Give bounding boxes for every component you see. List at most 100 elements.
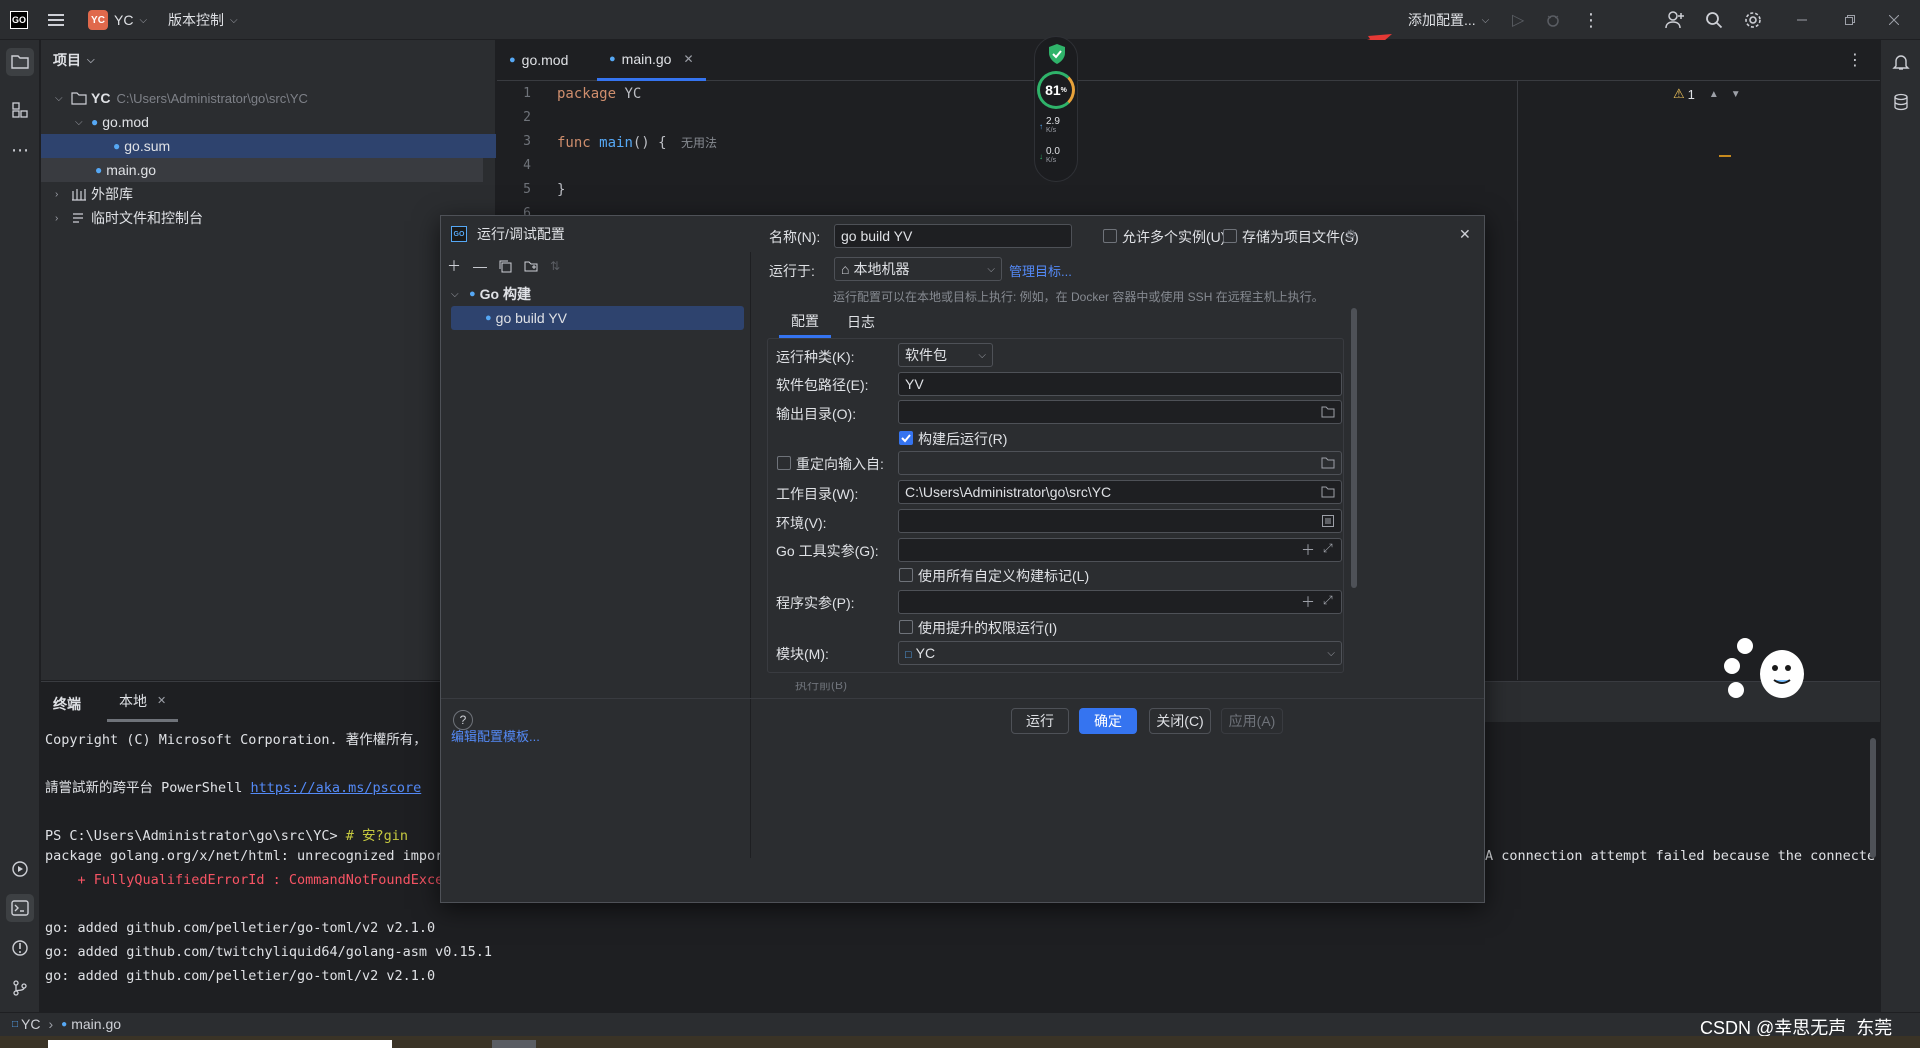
close-button[interactable]: 关闭(C) [1149,708,1211,734]
structure-tool-button[interactable] [6,96,34,124]
git-tool-button[interactable] [6,974,34,1002]
line-number: 5 [523,182,531,197]
apply-button[interactable]: 应用(A) [1221,708,1283,734]
terminal-scrollbar[interactable] [1870,738,1876,858]
terminal-link[interactable]: https://aka.ms/pscore [251,780,422,796]
run-on-select[interactable]: ⌂ 本地机器 ⌵ [834,257,1002,281]
restore-button[interactable] [1830,0,1870,40]
folder-icon[interactable] [1321,486,1335,498]
expand-icon[interactable]: ⤢ [1323,593,1333,608]
gear-icon[interactable]: ⚙ [1345,227,1357,243]
allow-multiple-checkbox[interactable] [1103,229,1117,243]
store-as-file-checkbox[interactable] [1223,229,1237,243]
database-button[interactable] [1887,88,1915,116]
name-field[interactable]: go build YV [834,224,1072,248]
new-folder-icon[interactable] [524,260,538,272]
chevron-up-icon[interactable]: ▲ [1709,89,1719,100]
taskbar-item[interactable] [48,1040,392,1048]
tab-go-mod[interactable]: ● go.mod [509,40,568,80]
program-args-field[interactable] [898,590,1342,614]
project-tool-button[interactable] [6,48,34,76]
config-group-go-build[interactable]: ⌵ ● Go 构建 [451,282,741,306]
run-icon[interactable]: ▷ [1512,0,1524,40]
tab-options-icon[interactable]: ⋮ [1847,50,1863,70]
dialog-scrollbar[interactable] [1351,308,1357,588]
go-file-icon: ● [61,1018,68,1030]
tree-node-scratches[interactable]: › 临时文件和控制台 [41,206,496,230]
remove-icon[interactable]: — [473,258,487,274]
output-dir-field[interactable] [898,400,1342,424]
add-configuration-button[interactable]: 添加配置... ⌵ [1408,0,1489,40]
copy-icon[interactable] [499,260,512,273]
project-panel-header[interactable]: 项目 ⌵ [53,50,95,70]
help-button[interactable]: ? [453,710,473,730]
more-actions-icon[interactable]: ⋮ [1582,0,1600,40]
tab-main-go[interactable]: ● main.go ✕ [597,40,706,81]
insert-macro-icon[interactable]: ＋ [1301,592,1315,612]
module-select[interactable]: □ YC ⌵ [898,641,1342,665]
problems-tool-button[interactable] [6,934,34,962]
sort-icon[interactable]: ⇅ [550,259,560,273]
expand-icon[interactable]: ⤢ [1323,541,1333,556]
package-path-label: 软件包路径(E): [776,377,869,393]
minimize-button[interactable] [1782,0,1822,40]
folder-icon [71,92,87,105]
breadcrumb-project[interactable]: YC [21,1016,40,1032]
tree-node-external-libs[interactable]: › 外部库 [41,182,496,206]
main-menu-button[interactable] [48,0,66,40]
close-tab-icon[interactable]: ✕ [683,52,693,66]
search-icon[interactable] [1705,0,1723,40]
go-build-icon: ● [485,312,492,324]
debug-icon[interactable] [1545,0,1561,40]
run-elevated-checkbox[interactable] [899,620,913,634]
add-icon[interactable]: ＋ [447,256,461,276]
redirect-input-checkbox[interactable] [777,456,791,470]
code-line-1[interactable]: package YC [557,86,641,102]
custom-tags-checkbox[interactable] [899,568,913,582]
close-window-button[interactable] [1874,0,1914,40]
close-tab-icon[interactable]: ✕ [157,694,166,707]
terminal-line: PS C:\Users\Administrator\go\src\YC> # 安… [45,828,409,844]
tree-node-go-sum[interactable]: ● go.sum [41,134,496,158]
taskbar-strip [0,1036,1920,1048]
go-tool-args-field[interactable] [898,538,1342,562]
config-item-go-build-yv[interactable]: ● go build YV [451,306,744,330]
package-path-field[interactable]: YV [898,372,1342,396]
go-sum-file-icon: ● [113,139,121,153]
ok-button[interactable]: 确定 [1079,708,1137,734]
run-kind-select[interactable]: 软件包 ⌵ [898,343,993,367]
folder-icon[interactable] [1321,457,1335,469]
tree-node-go-mod[interactable]: ⌵ ● go.mod [41,110,496,134]
terminal-tool-button[interactable] [6,894,34,922]
list-edit-icon[interactable] [1322,515,1334,527]
breadcrumb-file[interactable]: main.go [71,1016,121,1032]
project-switcher[interactable]: YC YC ⌵ [88,0,147,40]
add-user-icon[interactable] [1665,0,1685,40]
go-file-icon: ● [609,53,616,65]
more-icon[interactable]: ⋯ [6,136,34,164]
tab-logs[interactable]: 日志 [835,306,887,338]
inspection-widget[interactable]: ⚠ 1 ▲ ▼ [1673,86,1741,102]
chevron-down-icon: ⌵ [75,116,83,128]
tree-node-root[interactable]: ⌵ YC C:\Users\Administrator\go\src\YC [41,86,496,110]
notifications-button[interactable] [1887,48,1915,76]
close-dialog-icon[interactable]: ✕ [1459,226,1471,243]
code-line-3[interactable]: func main() { 无用法 [557,134,717,151]
env-field[interactable] [898,509,1342,533]
folder-icon[interactable] [1321,406,1335,418]
services-tool-button[interactable] [6,855,34,883]
run-after-build-checkbox[interactable] [899,431,913,445]
settings-gear-icon[interactable] [1744,0,1762,40]
vcs-menu[interactable]: 版本控制 ⌵ [168,0,238,40]
taskbar-item[interactable] [492,1040,536,1048]
code-line-5[interactable]: } [557,182,565,198]
insert-macro-icon[interactable]: ＋ [1301,540,1315,560]
tree-node-main-go[interactable]: ● main.go [41,158,483,182]
chevron-down-icon[interactable]: ▼ [1731,89,1741,100]
tab-config[interactable]: 配置 [779,306,831,338]
manage-targets-link[interactable]: 管理目标... [1009,261,1072,280]
work-dir-field[interactable]: C:\Users\Administrator\go\src\YC [898,480,1342,504]
terminal-line: package golang.org/x/net/html: unrecogni… [45,848,444,864]
run-button[interactable]: 运行 [1011,708,1069,734]
terminal-tab-local[interactable]: 本地 ✕ [107,682,179,722]
